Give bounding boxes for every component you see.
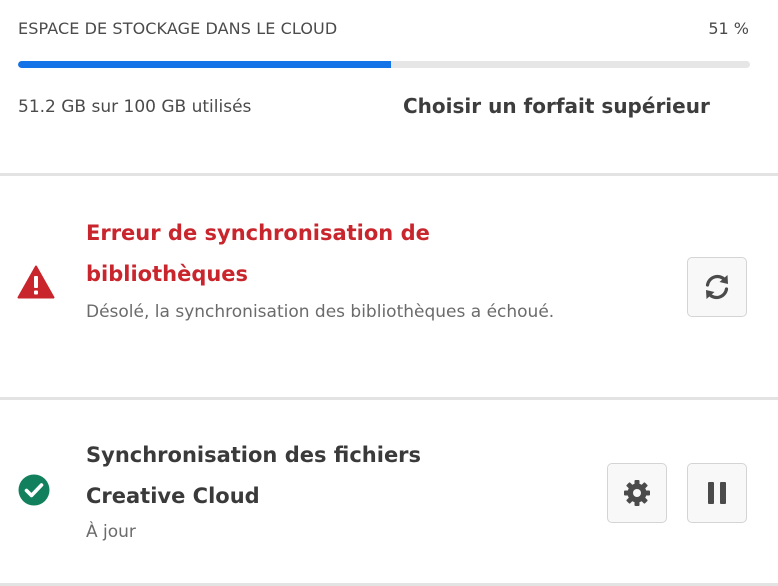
pause-icon bbox=[708, 482, 726, 504]
retry-sync-button[interactable] bbox=[687, 257, 747, 317]
files-sync-status: À jour bbox=[86, 522, 136, 542]
warning-icon bbox=[17, 265, 55, 299]
gear-icon bbox=[624, 480, 650, 506]
storage-progress-bar bbox=[18, 61, 750, 68]
files-sync-title: Synchronisation des fichiers Creative Cl… bbox=[86, 443, 422, 508]
storage-progress-fill bbox=[18, 61, 392, 68]
upgrade-plan-link[interactable]: Choisir un forfait supérieur bbox=[403, 94, 710, 118]
check-circle-icon bbox=[18, 474, 50, 506]
divider bbox=[0, 397, 778, 400]
library-sync-error-description: Désolé, la synchronisation des bibliothè… bbox=[86, 302, 555, 322]
pause-sync-button[interactable] bbox=[687, 463, 747, 523]
storage-label: ESPACE DE STOCKAGE DANS LE CLOUD bbox=[18, 19, 338, 38]
sync-settings-button[interactable] bbox=[607, 463, 667, 523]
storage-percent: 51 % bbox=[708, 19, 749, 38]
divider bbox=[0, 173, 778, 176]
storage-usage-text: 51.2 GB sur 100 GB utilisés bbox=[18, 97, 252, 117]
refresh-icon bbox=[705, 274, 729, 300]
library-sync-error-title: Erreur de synchronisation de bibliothèqu… bbox=[86, 221, 430, 286]
